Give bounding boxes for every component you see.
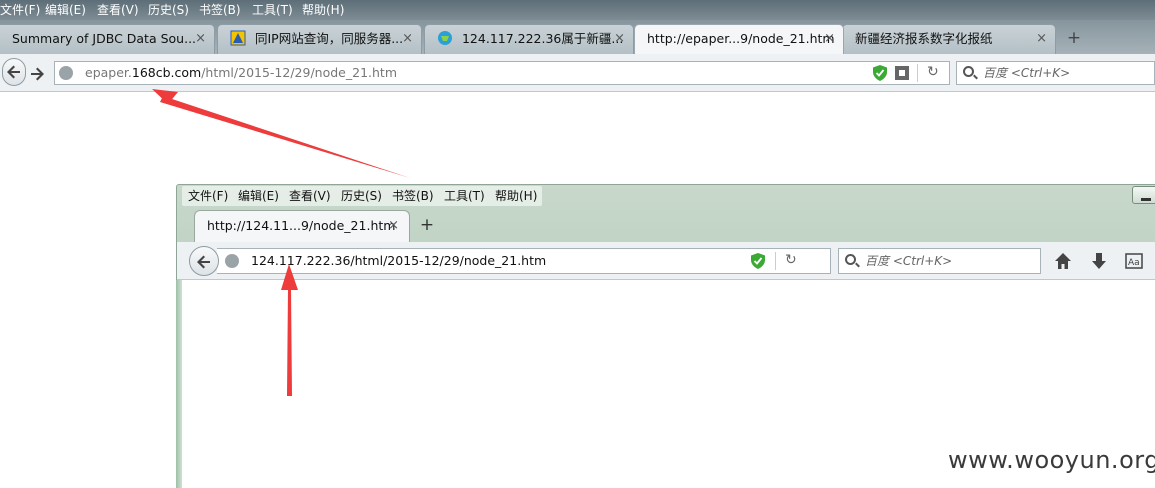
- tab-label: http://epaper...9/node_21.htm: [647, 31, 835, 46]
- red-arrow-to-inner-url: [281, 264, 298, 396]
- watermark: www.wooyun.org: [948, 446, 1155, 474]
- tab-epaper-node[interactable]: http://epaper...9/node_21.htm ×: [634, 24, 844, 54]
- red-arrow-to-outer-url: [152, 89, 410, 178]
- tab-close-icon[interactable]: ×: [824, 25, 835, 53]
- annotation-overlay: [152, 89, 410, 396]
- screenshot-canvas: 文件(F) 编辑(E) 查看(V) 历史(S) 书签(B) 工具(T) 帮助(H…: [0, 0, 1155, 488]
